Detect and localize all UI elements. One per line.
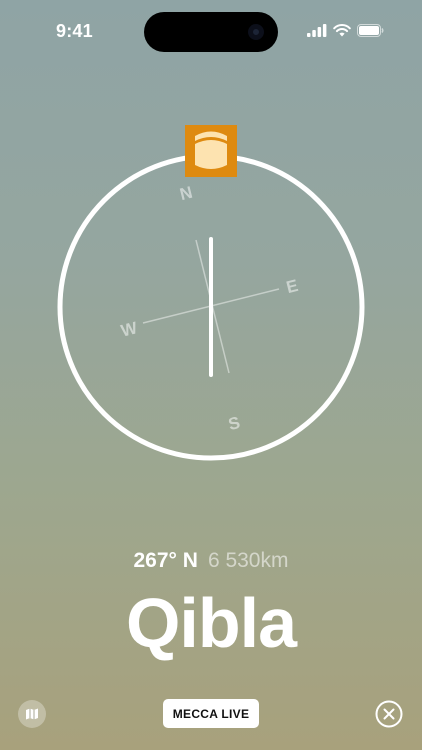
mecca-live-button[interactable]: MECCA LIVE	[163, 699, 259, 728]
qibla-screen: 9:41 N E S W 267° N 6 530km Qibla MECCA …	[0, 0, 422, 750]
cardinal-north: N	[178, 183, 195, 204]
cardinal-east: E	[284, 276, 300, 297]
map-button[interactable]	[18, 700, 46, 728]
cardinal-west: W	[119, 318, 140, 341]
map-icon	[26, 708, 38, 720]
close-icon[interactable]	[375, 700, 403, 728]
cardinal-south: S	[226, 413, 242, 434]
distance-value: 6 530km	[207, 549, 289, 572]
kaaba-icon	[185, 125, 237, 177]
page-title: Qibla	[125, 584, 297, 662]
qibla-readout: 267° N 6 530km	[0, 549, 422, 573]
heading-value: 267° N	[133, 549, 198, 572]
